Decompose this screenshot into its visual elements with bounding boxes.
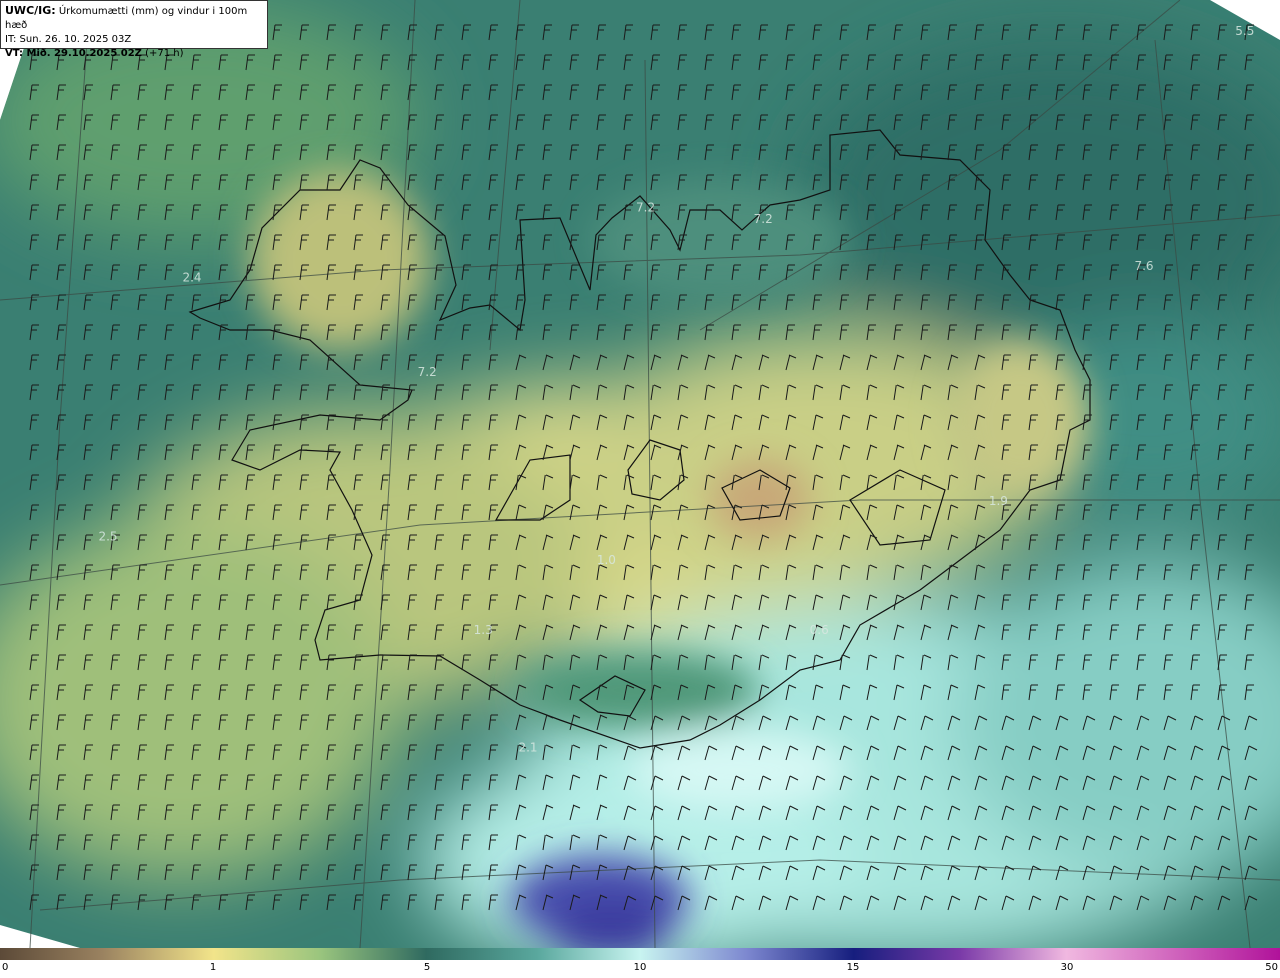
colorbar-tick-1: 1	[209, 962, 217, 973]
map-value-label: 7.6	[1134, 259, 1153, 273]
precipitation-wind-map: 3.62.47.27.22.57.27.27.65.51.91.00.61.32…	[0, 0, 1280, 948]
model-domain	[0, 0, 1280, 948]
map-value-label: 1.9	[989, 494, 1008, 508]
colorbar-tick-50: 50	[1265, 962, 1278, 973]
map-value-label: 2.5	[98, 529, 117, 543]
map-value-label: 1.0	[597, 553, 616, 567]
map-value-label: 7.2	[636, 200, 655, 214]
valid-time: VT: Mið. 29.10.2025 02Z (+71 h)	[5, 48, 184, 59]
forecast-title: UWC/IG: Úrkomumætti (mm) og vindur i 100…	[5, 4, 248, 31]
map-value-label: 1.3	[474, 623, 493, 637]
colorbar-tick-5: 5	[423, 962, 431, 973]
colorbar-tick-10: 10	[633, 962, 647, 973]
map-value-label: 2.4	[182, 271, 201, 285]
colorbar-tick-15: 15	[846, 962, 860, 973]
colorbar-tick-labels: 0 1 5 10 15 30 50	[0, 962, 1280, 978]
colorbar-tick-30: 30	[1060, 962, 1074, 973]
map-value-label: 7.2	[754, 212, 773, 226]
map-value-label: 7.2	[418, 365, 437, 379]
map-value-label: 0.6	[810, 623, 829, 637]
colorbar-tick-0: 0	[2, 962, 9, 973]
precipitation-colorbar	[0, 948, 1280, 960]
map-value-label: 2.1	[518, 741, 537, 755]
forecast-info-box: UWC/IG: Úrkomumætti (mm) og vindur i 100…	[0, 0, 268, 59]
initial-time: IT: Sun. 26. 10. 2025 03Z	[5, 34, 132, 45]
map-value-label: 5.5	[1235, 24, 1254, 38]
